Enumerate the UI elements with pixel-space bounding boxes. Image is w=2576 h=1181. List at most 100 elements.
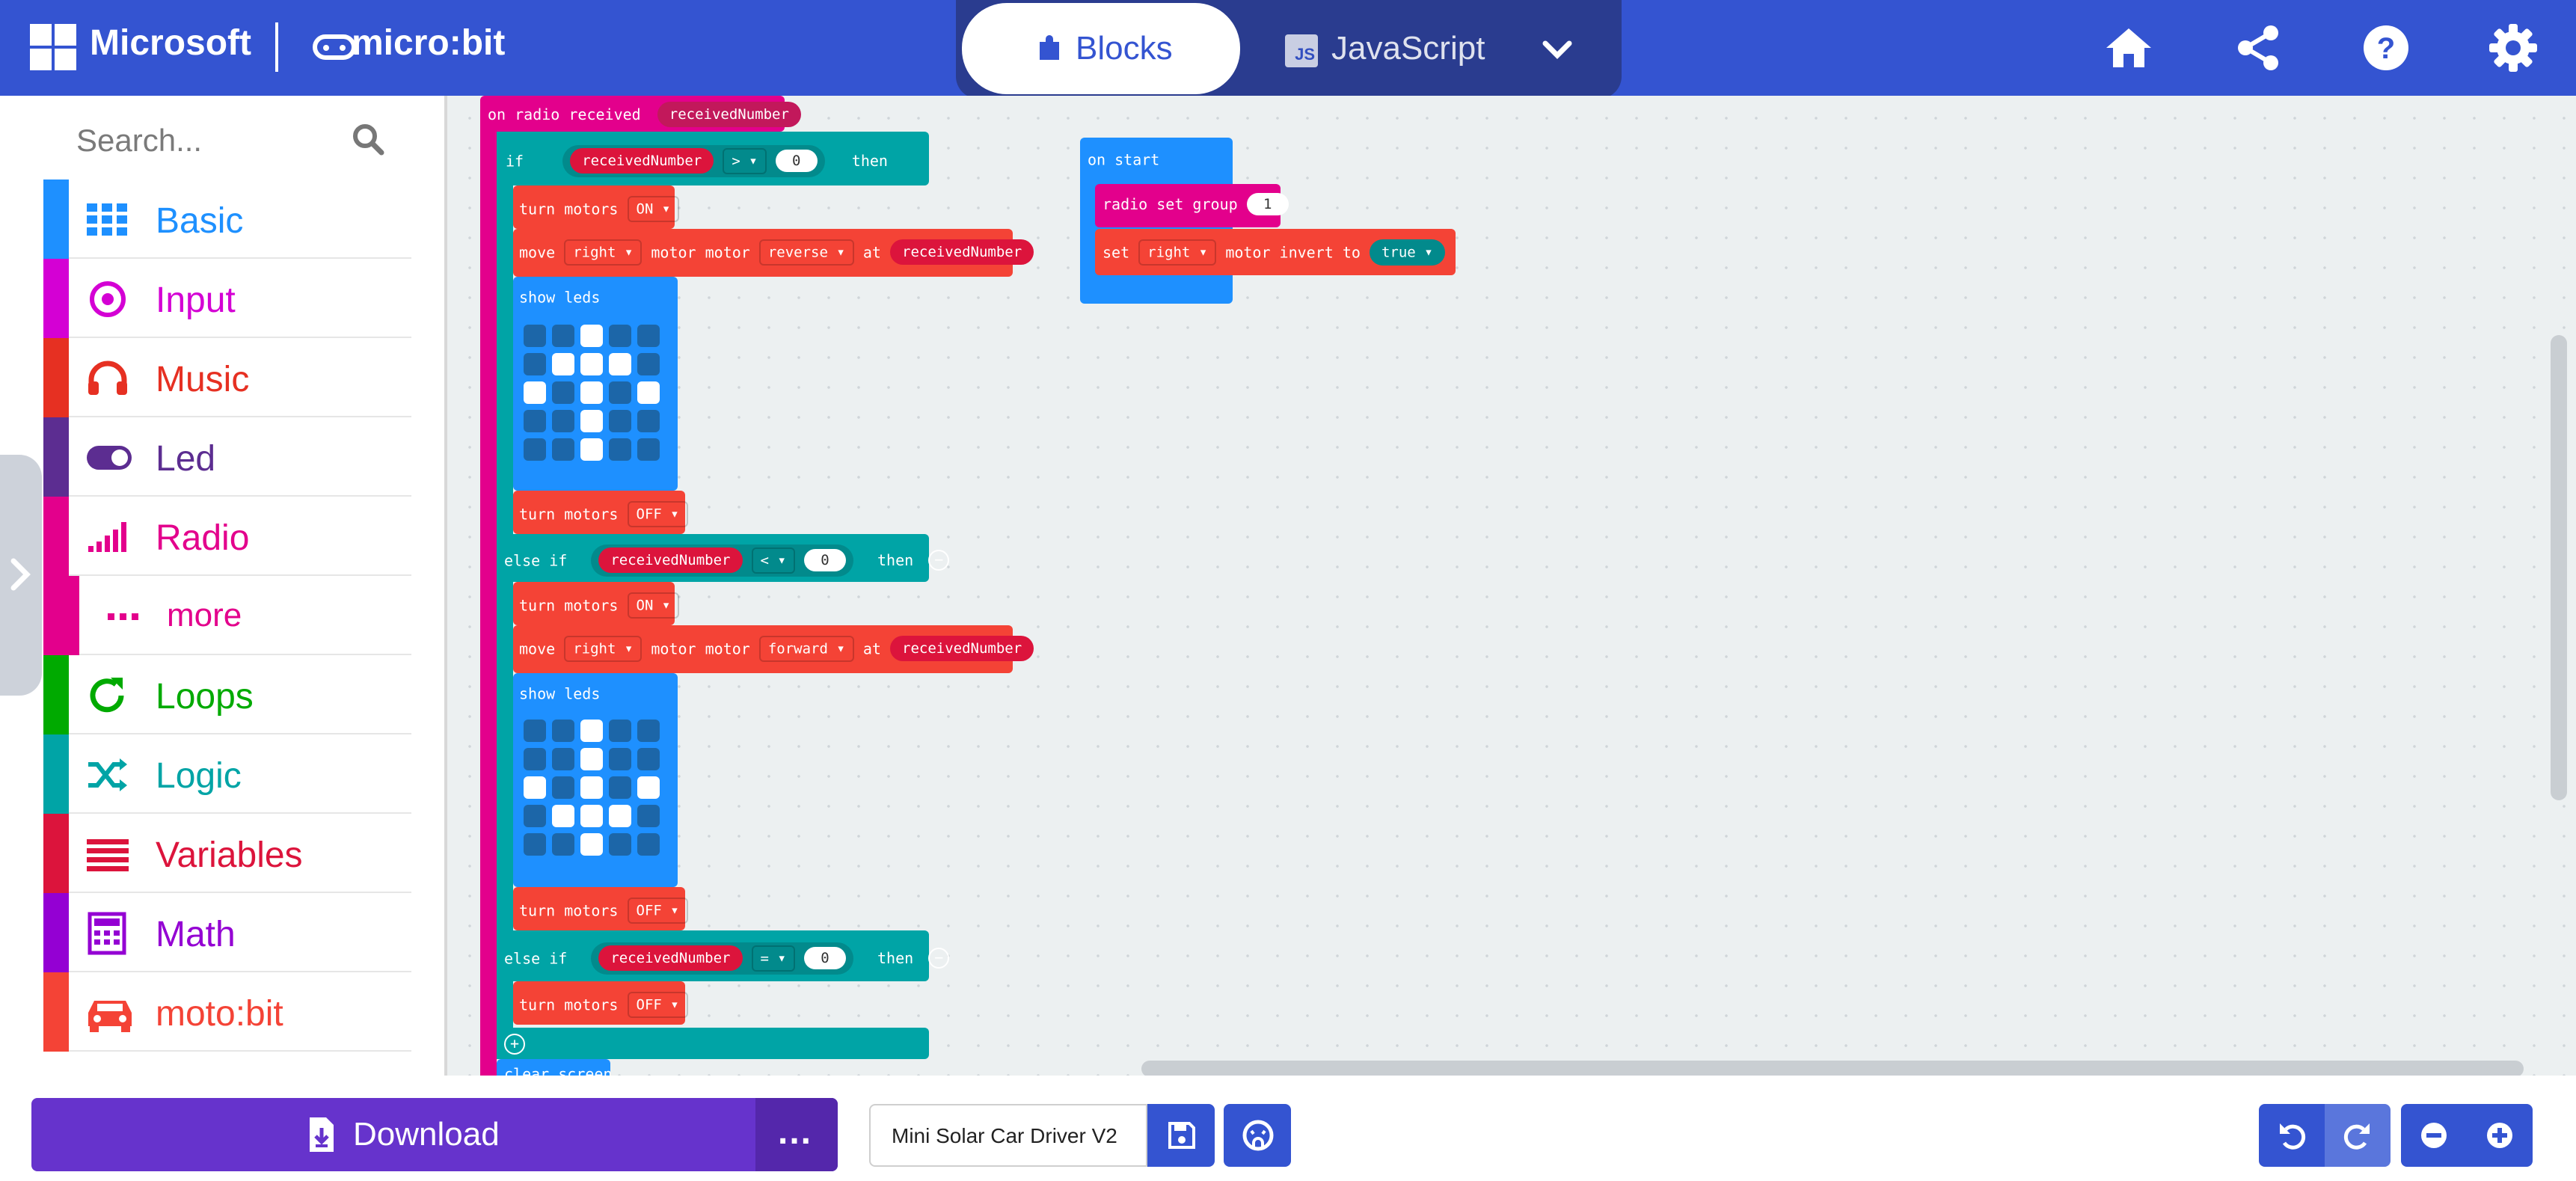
redo-button[interactable]: [2325, 1104, 2391, 1167]
else-if-row[interactable]: else if receivedNumber < ▾ 0 then −: [497, 534, 950, 582]
turn-motors-on-block[interactable]: turn motors ON ▾: [513, 582, 680, 625]
led-on[interactable]: [637, 776, 660, 799]
led-off[interactable]: [637, 410, 660, 432]
direction-dropdown[interactable]: forward ▾: [758, 636, 854, 662]
led-off[interactable]: [637, 833, 660, 856]
led-off[interactable]: [524, 325, 546, 347]
clear-screen-block[interactable]: clear screen: [497, 1059, 610, 1076]
var-received-number[interactable]: receivedNumber: [890, 636, 1034, 662]
led-off[interactable]: [609, 325, 631, 347]
led-off[interactable]: [637, 353, 660, 375]
led-off[interactable]: [637, 325, 660, 347]
led-off[interactable]: [609, 720, 631, 742]
var-received-number[interactable]: receivedNumber: [598, 945, 743, 972]
operator-dropdown[interactable]: = ▾: [751, 945, 795, 972]
download-more-button[interactable]: ...: [755, 1098, 838, 1171]
vertical-scrollbar[interactable]: [2551, 335, 2567, 800]
led-off[interactable]: [524, 833, 546, 856]
move-motor-block[interactable]: move right ▾ motor motor forward ▾ at re…: [513, 625, 1034, 673]
search-input[interactable]: Search...: [76, 123, 202, 159]
led-off[interactable]: [552, 381, 574, 404]
led-on[interactable]: [609, 805, 631, 827]
turn-motors-on-block[interactable]: turn motors ON ▾: [513, 185, 680, 229]
toolbox-search[interactable]: Search...: [43, 97, 411, 181]
led-off[interactable]: [609, 776, 631, 799]
if-block[interactable]: if receivedNumber > ▾ 0 then: [497, 132, 929, 185]
add-branch-icon[interactable]: +: [504, 1034, 525, 1055]
led-off[interactable]: [552, 410, 574, 432]
var-received-number[interactable]: receivedNumber: [570, 148, 714, 174]
category-radio-more[interactable]: more: [43, 576, 411, 655]
turn-motors-off-block[interactable]: turn motors OFF ▾: [513, 981, 688, 1025]
led-off[interactable]: [552, 833, 574, 856]
category-input[interactable]: Input: [43, 259, 411, 338]
led-off[interactable]: [552, 325, 574, 347]
led-on[interactable]: [580, 325, 603, 347]
motor-state-dropdown[interactable]: OFF ▾: [627, 501, 688, 527]
zoom-out-button[interactable]: [2401, 1104, 2467, 1167]
led-on[interactable]: [580, 353, 603, 375]
motor-state-dropdown[interactable]: OFF ▾: [627, 898, 688, 924]
category-math[interactable]: Math: [43, 893, 411, 972]
led-off[interactable]: [524, 805, 546, 827]
led-off[interactable]: [524, 748, 546, 770]
tab-javascript[interactable]: JS JavaScript: [1272, 3, 1496, 94]
number-input[interactable]: 0: [803, 947, 846, 970]
led-off[interactable]: [609, 833, 631, 856]
led-off[interactable]: [637, 748, 660, 770]
github-button[interactable]: [1224, 1104, 1291, 1167]
led-on[interactable]: [580, 410, 603, 432]
motor-state-dropdown[interactable]: ON ▾: [627, 196, 680, 222]
led-off[interactable]: [637, 720, 660, 742]
search-icon[interactable]: [350, 121, 387, 162]
led-on[interactable]: [580, 776, 603, 799]
help-icon[interactable]: ?: [2356, 18, 2416, 78]
led-on[interactable]: [580, 720, 603, 742]
comparison-block[interactable]: receivedNumber > ▾ 0: [562, 145, 825, 177]
led-off[interactable]: [637, 438, 660, 461]
undo-button[interactable]: [2259, 1104, 2325, 1167]
operator-dropdown[interactable]: > ▾: [723, 148, 767, 174]
category-led[interactable]: Led: [43, 417, 411, 497]
led-on[interactable]: [580, 748, 603, 770]
led-on[interactable]: [580, 438, 603, 461]
number-input[interactable]: 0: [775, 150, 818, 173]
settings-icon[interactable]: [2483, 18, 2543, 78]
boolean-dropdown[interactable]: true ▾: [1369, 239, 1445, 266]
led-on[interactable]: [580, 805, 603, 827]
category-music[interactable]: Music: [43, 338, 411, 417]
led-off[interactable]: [552, 720, 574, 742]
category-radio[interactable]: Radio: [43, 497, 411, 576]
led-off[interactable]: [609, 748, 631, 770]
direction-dropdown[interactable]: reverse ▾: [758, 239, 854, 266]
led-off[interactable]: [524, 720, 546, 742]
download-button[interactable]: Download: [31, 1098, 838, 1171]
led-off[interactable]: [524, 410, 546, 432]
share-icon[interactable]: [2229, 18, 2289, 78]
tab-blocks[interactable]: Blocks: [962, 3, 1240, 94]
project-name-input[interactable]: [890, 1120, 1140, 1152]
number-input[interactable]: 0: [803, 549, 846, 572]
turn-motors-off-block[interactable]: turn motors OFF ▾: [513, 491, 688, 534]
led-off[interactable]: [524, 438, 546, 461]
led-off[interactable]: [552, 776, 574, 799]
led-on[interactable]: [524, 776, 546, 799]
move-motor-block[interactable]: move right ▾ motor motor reverse ▾ at re…: [513, 229, 1034, 277]
led-off[interactable]: [609, 438, 631, 461]
led-on[interactable]: [552, 353, 574, 375]
led-on[interactable]: [637, 381, 660, 404]
category-loops[interactable]: Loops: [43, 655, 411, 734]
group-number-input[interactable]: 1: [1246, 193, 1289, 215]
motor-state-dropdown[interactable]: ON ▾: [627, 592, 680, 619]
led-grid[interactable]: [524, 720, 660, 856]
home-icon[interactable]: [2099, 18, 2159, 78]
motor-state-dropdown[interactable]: OFF ▾: [627, 992, 688, 1018]
category-motobit[interactable]: moto:bit: [43, 972, 411, 1052]
category-basic[interactable]: Basic: [43, 180, 411, 259]
operator-dropdown[interactable]: < ▾: [751, 547, 795, 574]
motor-side-dropdown[interactable]: right ▾: [1138, 239, 1217, 266]
comparison-block[interactable]: receivedNumber < ▾ 0: [591, 545, 853, 577]
save-button[interactable]: [1147, 1104, 1215, 1167]
chevron-down-icon[interactable]: [1541, 22, 1586, 75]
led-on[interactable]: [552, 805, 574, 827]
